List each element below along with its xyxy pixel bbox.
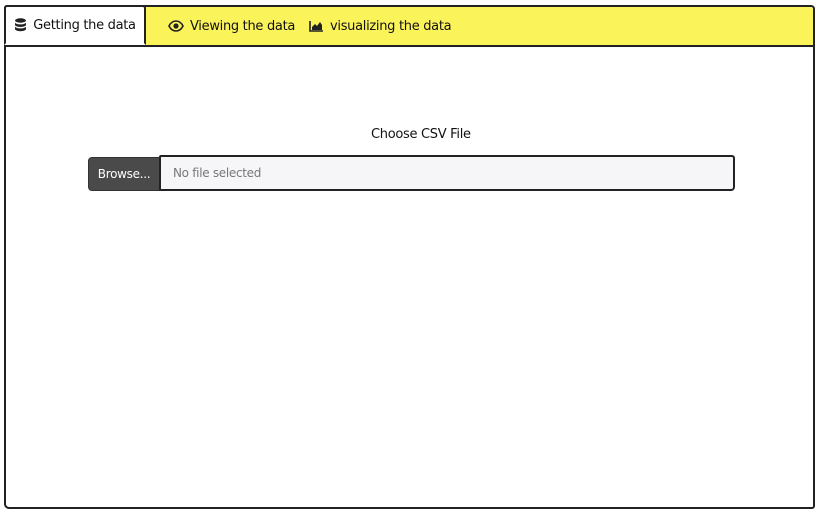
browse-button[interactable]: Browse... (88, 157, 160, 191)
file-input-label: Choose CSV File (371, 127, 471, 142)
tab-label: Getting the data (33, 17, 136, 33)
database-icon (14, 18, 27, 32)
tab-content: Choose CSV File Browse... No file select… (6, 47, 813, 507)
tab-label: Viewing the data (190, 18, 296, 34)
file-name-field[interactable]: No file selected (159, 155, 735, 191)
tab-label: visualizing the data (330, 18, 452, 34)
eye-icon (168, 20, 184, 32)
app-window: Getting the data Viewing the data visual… (4, 5, 815, 509)
tab-visualizing-the-data[interactable]: visualizing the data (309, 7, 452, 45)
tab-bar: Getting the data Viewing the data visual… (4, 5, 813, 47)
tab-viewing-the-data[interactable]: Viewing the data (168, 7, 295, 45)
area-chart-icon (309, 20, 324, 32)
tab-getting-the-data[interactable]: Getting the data (4, 5, 146, 45)
